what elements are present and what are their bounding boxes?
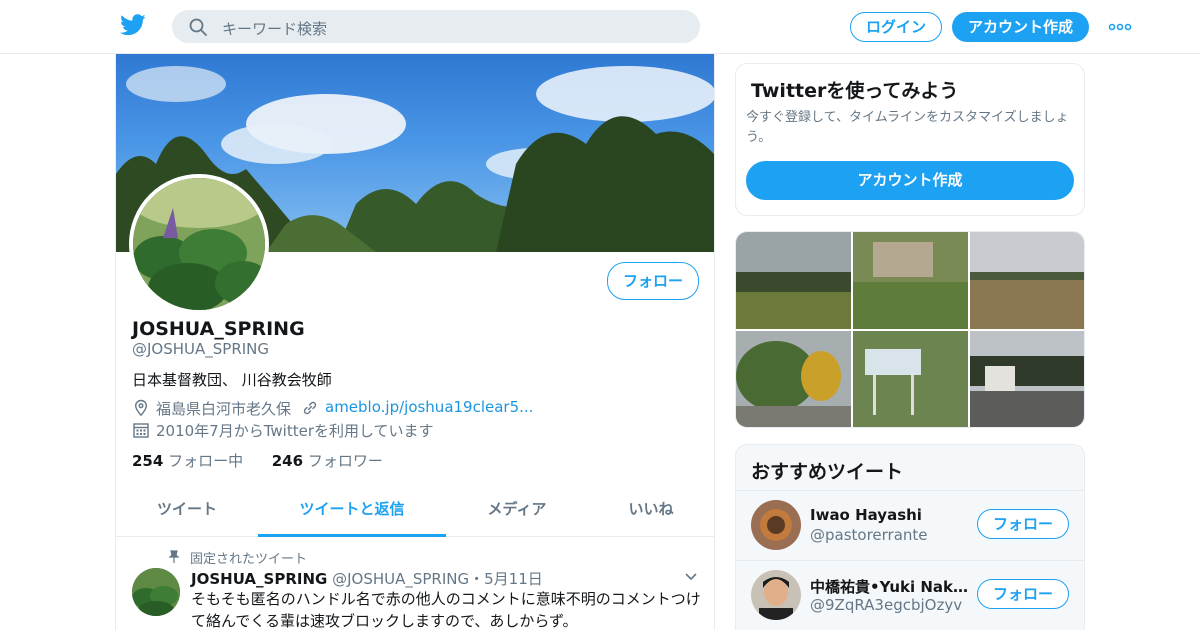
signup-card-title: Twitterを使ってみよう (751, 80, 959, 102)
tab-media[interactable]: メディア (446, 484, 588, 537)
search-input[interactable]: キーワード検索 (222, 18, 327, 39)
profile-joined: 2010年7月からTwitterを利用しています (132, 420, 452, 440)
following-stat[interactable]: 254 フォロー中 (132, 452, 243, 470)
photo-thumbnail[interactable] (970, 331, 1084, 427)
follow-counts: 254 フォロー中 246 フォロワー (132, 450, 383, 471)
recommended-user[interactable]: 中橋祐貴•Yuki Nakahashi @9ZqRA3egcbjOzyv フォロ… (736, 560, 1084, 630)
recommended-handle[interactable]: @9ZqRA3egcbjOzyv (810, 596, 962, 614)
search-bar[interactable]: キーワード検索 (172, 10, 700, 43)
profile-tabs: ツイート ツイートと返信 メディア いいね (116, 484, 714, 537)
profile-website[interactable]: ameblo.jp/joshua19clear5... (301, 398, 533, 418)
profile-avatar[interactable] (129, 174, 269, 314)
photo-grid (735, 231, 1085, 428)
location-pin-icon (134, 399, 148, 417)
profile-name: JOSHUA_SPRING (132, 318, 305, 340)
following-count: 254 (132, 452, 164, 470)
signup-card-button[interactable]: アカウント作成 (746, 161, 1074, 200)
photo-thumbnail[interactable] (970, 232, 1084, 329)
avatar-image (133, 178, 265, 310)
signup-button[interactable]: アカウント作成 (952, 12, 1089, 42)
pinned-label: 固定されたツイート (190, 552, 308, 567)
search-icon (189, 18, 207, 36)
tweet-avatar[interactable] (132, 568, 180, 616)
top-navigation-bar: キーワード検索 ログイン アカウント作成 (0, 0, 1200, 54)
tab-tweets-replies[interactable]: ツイートと返信 (258, 484, 446, 537)
followers-count: 246 (271, 452, 304, 470)
login-button[interactable]: ログイン (850, 12, 942, 42)
joined-text: 2010年7月からTwitterを利用しています (156, 422, 434, 440)
recommended-name[interactable]: 中橋祐貴•Yuki Nakahashi (810, 576, 970, 597)
followers-label: フォロワー (307, 452, 383, 470)
calendar-icon (133, 423, 149, 438)
recommended-user[interactable]: Iwao Hayashi @pastorerrante フォロー (736, 490, 1084, 560)
more-dots-icon[interactable] (1108, 23, 1132, 31)
recommended-follow-button[interactable]: フォロー (977, 579, 1069, 609)
location-text: 福島県白河市老久保 (156, 400, 292, 418)
website-link[interactable]: ameblo.jp/joshua19clear5... (325, 398, 533, 416)
signup-card: Twitterを使ってみよう 今すぐ登録して、タイムラインをカスタマイズしましょ… (735, 63, 1085, 216)
follow-button[interactable]: フォロー (607, 262, 699, 300)
twitter-logo-icon[interactable] (120, 13, 146, 37)
profile-bio: 日本基督教団、 川谷教会牧師 (132, 371, 332, 389)
pin-icon (168, 550, 180, 563)
tweet-header: JOSHUA_SPRING @JOSHUA_SPRING・5月11日 (191, 568, 543, 589)
tweet-author[interactable]: JOSHUA_SPRING (191, 570, 327, 588)
recommended-handle[interactable]: @pastorerrante (810, 526, 928, 544)
link-icon (303, 401, 317, 415)
photo-thumbnail[interactable] (736, 331, 851, 427)
tweet-text: そもそも匿名のハンドル名で赤の他人のコメントに意味不明のコメントつけて絡んでくる… (191, 590, 701, 630)
tweet-avatar-image (132, 568, 180, 616)
profile-location: 福島県白河市老久保 (132, 398, 302, 418)
recommended-title: おすすめツイート (751, 461, 904, 483)
tweet-date[interactable]: ・5月11日 (469, 570, 543, 588)
photo-thumbnail[interactable] (853, 232, 968, 329)
profile-handle: @JOSHUA_SPRING (132, 340, 270, 358)
photo-thumbnail[interactable] (736, 232, 851, 329)
recommended-follow-button[interactable]: フォロー (977, 509, 1069, 539)
following-label: フォロー中 (168, 452, 244, 470)
followers-stat[interactable]: 246 フォロワー (272, 452, 383, 470)
recommended-tweets: おすすめツイート Iwao Hayashi @pastorerrante フォロ… (735, 444, 1085, 630)
tab-tweets[interactable]: ツイート (116, 484, 258, 537)
tab-likes[interactable]: いいね (588, 484, 714, 537)
photo-thumbnail[interactable] (853, 331, 968, 427)
profile-column: フォロー JOSHUA_SPRING @JOSHUA_SPRING 日本基督教団… (115, 54, 715, 630)
avatar[interactable] (751, 570, 801, 620)
chevron-down-icon[interactable] (684, 572, 698, 582)
avatar[interactable] (751, 500, 801, 550)
signup-card-description: 今すぐ登録して、タイムラインをカスタマイズしましょう。 (746, 110, 1069, 145)
tweet-handle[interactable]: @JOSHUA_SPRING (332, 570, 469, 588)
recommended-name[interactable]: Iwao Hayashi (810, 506, 970, 524)
